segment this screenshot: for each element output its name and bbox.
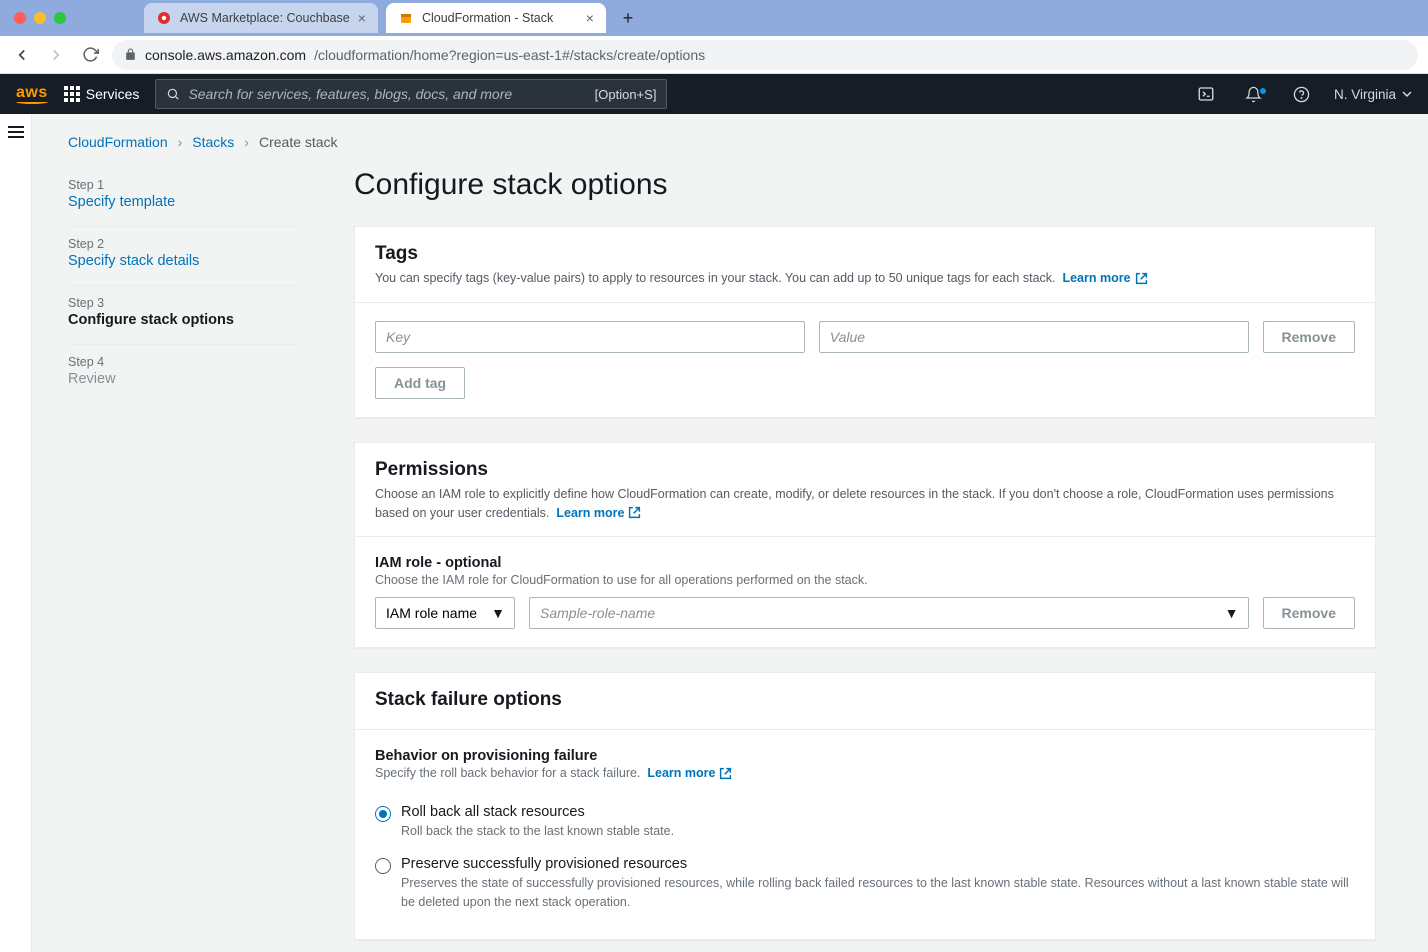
learn-more-link[interactable]: Learn more (647, 766, 732, 780)
radio-button-icon (375, 858, 391, 874)
step-number: Step 4 (68, 355, 298, 369)
browser-tab-active[interactable]: CloudFormation - Stack × (386, 3, 606, 33)
page-title: Configure stack options (354, 168, 1376, 202)
wizard-step: Step 4 Review (68, 345, 298, 403)
browser-titlebar: AWS Marketplace: Couchbase × CloudFormat… (0, 0, 1428, 36)
services-menu[interactable]: Services (64, 86, 140, 102)
lock-icon (124, 48, 137, 61)
radio-label: Roll back all stack resources (401, 804, 674, 820)
cloudshell-icon[interactable] (1190, 85, 1222, 103)
address-bar[interactable]: console.aws.amazon.com/cloudformation/ho… (112, 40, 1418, 70)
close-tab-icon[interactable]: × (358, 10, 366, 26)
tag-value-input[interactable] (819, 321, 1249, 353)
expand-sidebar-button[interactable] (8, 126, 24, 138)
notifications-icon[interactable] (1238, 86, 1270, 103)
radio-description: Preserves the state of successfully prov… (401, 874, 1355, 910)
add-tag-button[interactable]: Add tag (375, 367, 465, 399)
radio-button-icon (375, 806, 391, 822)
external-link-icon (719, 767, 732, 780)
notification-dot-icon (1260, 88, 1266, 94)
url-domain: console.aws.amazon.com (145, 47, 306, 63)
tag-key-input[interactable] (375, 321, 805, 353)
search-placeholder: Search for services, features, blogs, do… (188, 86, 512, 102)
collapsed-sidebar (0, 114, 32, 952)
global-search[interactable]: Search for services, features, blogs, do… (155, 79, 667, 109)
iam-role-label: IAM role - optional (375, 555, 1355, 571)
region-selector[interactable]: N. Virginia (1334, 87, 1412, 102)
remove-tag-button[interactable]: Remove (1263, 321, 1355, 353)
region-label: N. Virginia (1334, 87, 1396, 102)
favicon-icon (156, 10, 172, 26)
radio-preserve-resources[interactable]: Preserve successfully provisioned resour… (375, 850, 1355, 920)
window-controls (14, 12, 66, 24)
browser-toolbar: console.aws.amazon.com/cloudformation/ho… (0, 36, 1428, 74)
learn-more-link[interactable]: Learn more (556, 504, 641, 523)
chevron-right-icon: › (244, 134, 249, 150)
new-tab-button[interactable]: + (614, 4, 642, 32)
help-icon[interactable] (1286, 86, 1318, 103)
breadcrumb-link[interactable]: CloudFormation (68, 134, 168, 150)
select-value[interactable] (375, 597, 515, 629)
permissions-panel: Permissions Choose an IAM role to explic… (354, 442, 1376, 649)
aws-global-nav: aws Services Search for services, featur… (0, 74, 1428, 114)
iam-role-select[interactable]: ▼ (529, 597, 1249, 629)
forward-button[interactable] (44, 43, 68, 67)
chevron-right-icon: › (178, 134, 183, 150)
step-number: Step 2 (68, 237, 298, 251)
maximize-window-button[interactable] (54, 12, 66, 24)
wizard-step: Step 3 Configure stack options (68, 286, 298, 345)
services-label: Services (86, 86, 140, 102)
remove-role-button[interactable]: Remove (1263, 597, 1355, 629)
aws-logo[interactable]: aws (16, 84, 48, 104)
radio-label: Preserve successfully provisioned resour… (401, 856, 1355, 872)
panel-description: You can specify tags (key-value pairs) t… (375, 271, 1056, 285)
learn-more-link[interactable]: Learn more (1062, 269, 1147, 288)
step-number: Step 3 (68, 296, 298, 310)
grid-icon (64, 86, 80, 102)
close-tab-icon[interactable]: × (586, 10, 594, 26)
behavior-label: Behavior on provisioning failure (375, 748, 1355, 764)
minimize-window-button[interactable] (34, 12, 46, 24)
step-number: Step 1 (68, 178, 298, 192)
behavior-hint: Specify the roll back behavior for a sta… (375, 766, 640, 780)
chevron-down-icon (1402, 89, 1412, 99)
wizard-step[interactable]: Step 2 Specify stack details (68, 227, 298, 286)
tags-panel: Tags You can specify tags (key-value pai… (354, 226, 1376, 418)
url-path: /cloudformation/home?region=us-east-1#/s… (314, 47, 705, 63)
search-icon (166, 87, 180, 101)
panel-title: Permissions (375, 459, 1355, 481)
breadcrumb-current: Create stack (259, 134, 338, 150)
wizard-steps: Step 1 Specify template Step 2 Specify s… (68, 168, 298, 952)
reload-button[interactable] (78, 43, 102, 67)
breadcrumb-link[interactable]: Stacks (192, 134, 234, 150)
tab-title: AWS Marketplace: Couchbase (180, 11, 350, 25)
iam-role-input[interactable] (529, 597, 1249, 629)
iam-role-hint: Choose the IAM role for CloudFormation t… (375, 573, 1355, 587)
favicon-icon (398, 10, 414, 26)
search-shortcut: [Option+S] (595, 87, 657, 102)
panel-title: Stack failure options (375, 689, 1355, 711)
step-name: Review (68, 371, 298, 387)
tab-title: CloudFormation - Stack (422, 11, 553, 25)
step-name: Specify stack details (68, 253, 298, 269)
external-link-icon (1135, 272, 1148, 285)
iam-role-type-select[interactable]: ▼ (375, 597, 515, 629)
wizard-step[interactable]: Step 1 Specify template (68, 168, 298, 227)
close-window-button[interactable] (14, 12, 26, 24)
external-link-icon (628, 506, 641, 519)
panel-title: Tags (375, 243, 1355, 265)
step-name: Configure stack options (68, 312, 298, 328)
browser-tab-inactive[interactable]: AWS Marketplace: Couchbase × (144, 3, 378, 33)
step-name: Specify template (68, 194, 298, 210)
panel-description: Choose an IAM role to explicitly define … (375, 487, 1334, 520)
back-button[interactable] (10, 43, 34, 67)
radio-description: Roll back the stack to the last known st… (401, 822, 674, 840)
breadcrumb: CloudFormation › Stacks › Create stack (68, 134, 1376, 150)
stack-failure-panel: Stack failure options Behavior on provis… (354, 672, 1376, 939)
radio-rollback-all[interactable]: Roll back all stack resources Roll back … (375, 798, 1355, 850)
